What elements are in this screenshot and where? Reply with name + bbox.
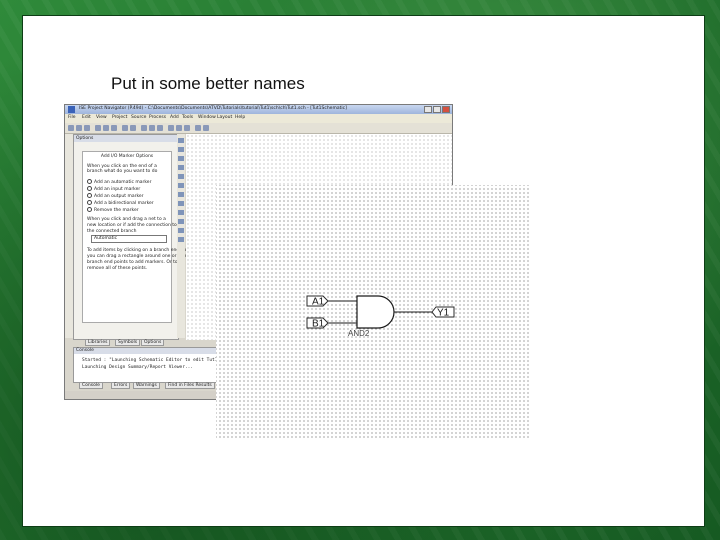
menu-help[interactable]: Help (235, 115, 245, 120)
paste-icon[interactable] (111, 125, 117, 131)
slide-title: Put in some better names (111, 74, 305, 93)
menu-process[interactable]: Process (149, 115, 166, 120)
zoom-in-icon[interactable] (141, 125, 147, 131)
tab-console[interactable]: Console (79, 382, 103, 389)
tab-errors[interactable]: Errors (111, 382, 131, 389)
minimize-icon[interactable] (424, 106, 432, 113)
option-bidirectional[interactable]: Add a bidirectional marker (87, 200, 154, 206)
radio-icon[interactable] (87, 179, 92, 184)
and-gate-symbol[interactable] (356, 295, 395, 329)
menubar: File Edit View Project Source Process Ad… (65, 114, 452, 123)
options-panel: Options Add I/O Marker Options When you … (73, 134, 192, 340)
tab-find-in-files[interactable]: Find in Files Results (165, 382, 215, 389)
input-marker-b1[interactable]: B1 (306, 317, 329, 330)
wire-icon[interactable] (176, 125, 182, 131)
note-line: When you click and drag a net to a (87, 217, 166, 222)
tab-options[interactable]: Options (141, 339, 165, 346)
note-line: new location or if add the connection to (87, 223, 177, 228)
console-line: Started : "Launching Schematic Editor to… (82, 358, 234, 363)
radio-icon[interactable] (87, 207, 92, 212)
copy-icon[interactable] (103, 125, 109, 131)
bus-tap-icon[interactable] (178, 165, 184, 170)
option-remove[interactable]: Remove the marker (87, 207, 139, 213)
save-icon[interactable] (84, 125, 90, 131)
output-label-y1: Y1 (437, 308, 450, 319)
input-label-a1: A1 (312, 297, 325, 308)
rectangle-icon[interactable] (178, 201, 184, 206)
radio-icon[interactable] (87, 200, 92, 205)
ise-app-icon (68, 106, 75, 113)
marker-select[interactable]: Automatic (91, 235, 167, 243)
new-icon[interactable] (68, 125, 74, 131)
panel-tabs: Libraries Symbols Options (73, 338, 177, 346)
zoomed-schematic: A1 B1 Y1 AND2 (216, 185, 529, 439)
option-output[interactable]: Add an output marker (87, 193, 144, 199)
menu-source[interactable]: Source (131, 115, 146, 120)
panel-header: Options (76, 136, 94, 141)
check-icon[interactable] (195, 125, 201, 131)
menu-layout[interactable]: Layout (217, 115, 232, 120)
menu-view[interactable]: View (96, 115, 107, 120)
symbol-icon[interactable] (178, 183, 184, 188)
option-automatic[interactable]: Add an automatic marker (87, 179, 151, 185)
tab-warnings[interactable]: Warnings (133, 382, 160, 389)
options-description: When you click on the end of a branch wh… (87, 164, 158, 174)
window-title: ISE Project Navigator (P.49d) - C:\Docum… (79, 106, 347, 111)
menu-file[interactable]: File (68, 115, 76, 120)
zoom-out-icon[interactable] (149, 125, 155, 131)
help-icon[interactable] (203, 125, 209, 131)
wire-tool-icon[interactable] (178, 147, 184, 152)
cut-icon[interactable] (95, 125, 101, 131)
arc-icon[interactable] (178, 210, 184, 215)
close-icon[interactable] (442, 106, 450, 113)
menu-tools[interactable]: Tools (182, 115, 193, 120)
footer-line: you can drag a rectangle around one or m… (87, 254, 190, 259)
text-icon[interactable] (178, 192, 184, 197)
io-marker-options: Add I/O Marker Options When you click on… (82, 151, 192, 323)
footer-line: remove all of these points. (87, 266, 148, 271)
io-marker-icon[interactable] (178, 174, 184, 179)
maximize-icon[interactable] (433, 106, 441, 113)
tab-symbols[interactable]: Symbols (115, 339, 141, 346)
toolbar (65, 123, 452, 134)
note-line: the connected branch (87, 229, 137, 234)
open-icon[interactable] (76, 125, 82, 131)
gate-label: AND2 (348, 329, 370, 338)
select-icon[interactable] (168, 125, 174, 131)
menu-edit[interactable]: Edit (82, 115, 91, 120)
input-marker-a1[interactable]: A1 (306, 295, 329, 308)
menu-window[interactable]: Window (198, 115, 216, 120)
undo-icon[interactable] (122, 125, 128, 131)
line-icon[interactable] (178, 228, 184, 233)
window-titlebar: ISE Project Navigator (P.49d) - C:\Docum… (65, 105, 452, 114)
option-input[interactable]: Add an input marker (87, 186, 140, 192)
zoom-fit-icon[interactable] (157, 125, 163, 131)
zoom-icon[interactable] (178, 237, 184, 242)
select-tool-icon[interactable] (178, 138, 184, 143)
output-marker-y1[interactable]: Y1 (431, 306, 455, 319)
redo-icon[interactable] (130, 125, 136, 131)
schematic-drawing: A1 B1 Y1 AND2 (306, 295, 455, 338)
schematic-tool-rail (177, 134, 185, 338)
console-line: Launching Design Summary/Report Viewer..… (82, 365, 194, 370)
radio-icon[interactable] (87, 186, 92, 191)
options-title: Add I/O Marker Options (100, 154, 154, 159)
net-name-icon[interactable] (178, 156, 184, 161)
bus-icon[interactable] (184, 125, 190, 131)
input-label-b1: B1 (312, 319, 325, 330)
radio-icon[interactable] (87, 193, 92, 198)
menu-project[interactable]: Project (112, 115, 127, 120)
circle-icon[interactable] (178, 219, 184, 224)
left-rail (65, 134, 73, 338)
tab-libraries[interactable]: Libraries (85, 339, 111, 346)
menu-add[interactable]: Add (170, 115, 179, 120)
footer-line: branch end points to add markers. Or to (87, 260, 178, 265)
